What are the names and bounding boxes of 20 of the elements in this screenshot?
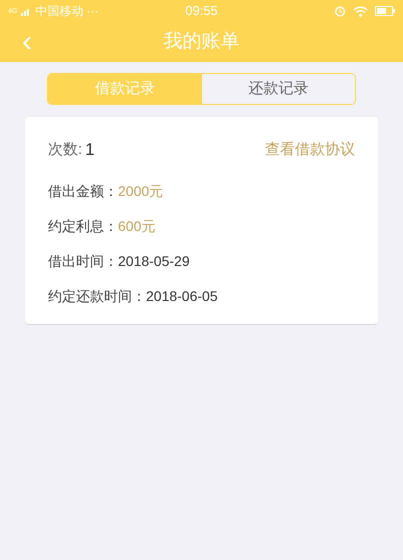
field-value: 2000元 — [118, 182, 164, 200]
field-value: 2018-05-29 — [118, 252, 190, 270]
battery-icon — [375, 6, 396, 16]
carrier-name: 中国移动 ··· — [35, 3, 99, 20]
signal-icon — [21, 6, 32, 16]
wifi-icon — [353, 6, 368, 16]
back-button[interactable]: ‹ — [22, 27, 32, 57]
tab[interactable]: 借款记录 — [48, 74, 202, 104]
field-label: 约定还款时间： — [48, 286, 146, 306]
field-value: 2018-06-05 — [146, 286, 218, 306]
field-label: 借出时间： — [48, 252, 118, 270]
count-label: 次数: — [48, 140, 82, 160]
agreement-link[interactable]: 查看借款协议 — [265, 138, 355, 161]
page-title: 我的账单 — [164, 30, 240, 54]
alarm-icon — [334, 5, 346, 17]
field-label: 约定利息： — [48, 216, 118, 236]
field-value: 600元 — [118, 216, 156, 236]
clock-time: 09:55 — [185, 2, 218, 20]
count-value: 1 — [85, 139, 95, 161]
field-label: 借出金额： — [48, 182, 118, 200]
